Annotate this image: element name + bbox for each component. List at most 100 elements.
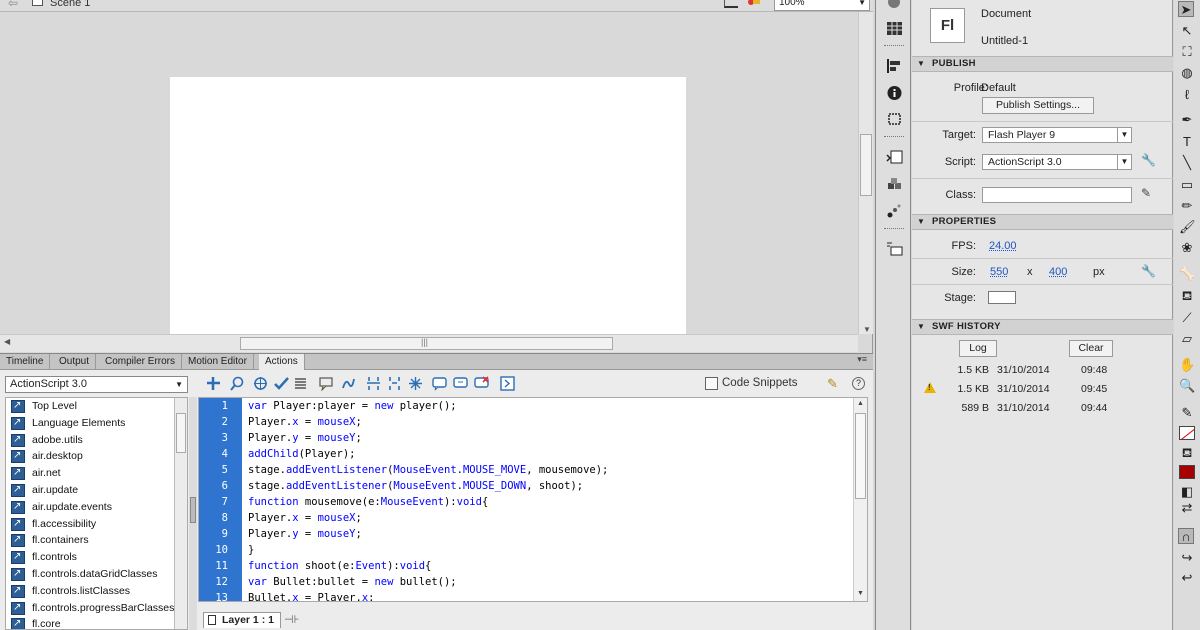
- components-icon[interactable]: [886, 177, 903, 193]
- wand-icon[interactable]: ✎: [827, 376, 838, 392]
- toolbox-item[interactable]: fl.accessibility: [6, 516, 187, 532]
- publish-section-header[interactable]: PUBLISH: [912, 56, 1173, 72]
- pencil-tool-icon[interactable]: ✏: [1179, 198, 1195, 214]
- scroll-down-icon[interactable]: ▼: [857, 590, 864, 597]
- toolbox-scrollbar[interactable]: [174, 398, 187, 629]
- scroll-down-icon[interactable]: ▼: [863, 325, 871, 334]
- pen-tool-icon[interactable]: ✒: [1179, 112, 1195, 128]
- stage-canvas[interactable]: [170, 77, 686, 335]
- toolbox-item[interactable]: fl.containers: [6, 532, 187, 549]
- collapse-selection-icon[interactable]: [387, 376, 402, 391]
- bone-tool-icon[interactable]: 🦴: [1179, 266, 1195, 282]
- 3d-rotation-tool-icon[interactable]: ◍: [1179, 65, 1195, 81]
- selection-tool-icon[interactable]: ➤: [1178, 1, 1194, 17]
- tab-motion-editor[interactable]: Motion Editor: [182, 354, 254, 370]
- script-settings-wrench-icon[interactable]: 🔧: [1141, 153, 1156, 167]
- tab-output[interactable]: Output: [53, 354, 97, 370]
- check-syntax-icon[interactable]: [274, 376, 289, 391]
- swap-colors-icon[interactable]: ⇄: [1179, 500, 1195, 516]
- publish-settings-button[interactable]: Publish Settings...: [982, 97, 1094, 114]
- document-settings-wrench-icon[interactable]: 🔧: [1141, 264, 1156, 278]
- edit-class-pencil-icon[interactable]: ✎: [1141, 186, 1155, 200]
- scrollbar-thumb[interactable]: [860, 134, 872, 196]
- remove-comment-icon[interactable]: [474, 376, 489, 391]
- code-snippets-button[interactable]: Code Snippets: [722, 377, 797, 389]
- scrollbar-thumb[interactable]: [240, 337, 613, 350]
- toolbox-item[interactable]: air.net: [6, 465, 187, 482]
- toolbox-item[interactable]: fl.core: [6, 616, 187, 629]
- stroke-color-swatch[interactable]: [1179, 426, 1195, 440]
- panel-splitter[interactable]: [189, 397, 197, 630]
- rectangle-tool-icon[interactable]: ▭: [1179, 177, 1195, 193]
- height-value[interactable]: 400: [1049, 266, 1067, 278]
- align-icon[interactable]: [886, 58, 903, 74]
- eyedropper-tool-icon[interactable]: ⟋: [1179, 310, 1195, 326]
- toolbox-item[interactable]: air.desktop: [6, 448, 187, 465]
- script-editor[interactable]: 1 2 3 4 5 6 7 8 9 10 11 12 13 var Player…: [198, 397, 868, 602]
- toolbox-item[interactable]: fl.controls.listClasses: [6, 583, 187, 600]
- scroll-up-icon[interactable]: ▲: [857, 400, 864, 407]
- code-hint-icon[interactable]: [319, 376, 334, 392]
- scrollbar-thumb[interactable]: [855, 413, 866, 499]
- zoom-select[interactable]: 100% ▼: [774, 0, 870, 11]
- toolbox-item[interactable]: air.update.events: [6, 499, 187, 516]
- stage-vertical-scrollbar[interactable]: ▼: [858, 12, 873, 334]
- help-icon[interactable]: ?: [852, 377, 865, 390]
- panel-menu-icon[interactable]: ▾≡: [857, 354, 867, 365]
- find-icon[interactable]: [230, 376, 245, 391]
- add-statement-icon[interactable]: [206, 376, 221, 391]
- back-arrow-icon[interactable]: ⇦: [8, 0, 18, 10]
- color-icon[interactable]: [886, 0, 903, 10]
- expand-all-icon[interactable]: [408, 376, 423, 391]
- pin-script-icon[interactable]: ⊣⊦: [284, 613, 299, 626]
- motion-presets-icon[interactable]: [886, 203, 903, 219]
- info-icon[interactable]: [886, 85, 903, 101]
- paint-bucket-tool-icon[interactable]: ⛾: [1179, 288, 1195, 304]
- swatches-icon[interactable]: [886, 21, 903, 37]
- tab-timeline[interactable]: Timeline: [0, 354, 51, 370]
- collapse-grip-icon[interactable]: [190, 497, 196, 523]
- apply-line-comment-icon[interactable]: [453, 376, 468, 391]
- fill-color-swatch[interactable]: [1179, 465, 1195, 479]
- clear-button[interactable]: Clear: [1069, 340, 1113, 357]
- debug-options-icon[interactable]: [341, 376, 356, 391]
- toolbox-item[interactable]: air.update: [6, 482, 187, 499]
- code-snippets-panel-icon[interactable]: [886, 150, 903, 166]
- toolbox-item[interactable]: Language Elements: [6, 415, 187, 432]
- eraser-tool-icon[interactable]: ▱: [1179, 331, 1195, 347]
- fps-value[interactable]: 24.00: [989, 240, 1017, 252]
- class-input[interactable]: [982, 187, 1132, 203]
- edit-symbols-icon[interactable]: [748, 0, 762, 8]
- toolbox-item[interactable]: fl.controls.dataGridClasses: [6, 566, 187, 583]
- edit-scene-icon[interactable]: [724, 0, 738, 8]
- toolbox-item[interactable]: adobe.utils: [6, 432, 187, 448]
- scrollbar-thumb[interactable]: [176, 413, 186, 453]
- code-snippets-icon[interactable]: [705, 377, 718, 390]
- log-button[interactable]: Log: [959, 340, 997, 357]
- auto-format-icon[interactable]: [293, 376, 308, 391]
- project-icon[interactable]: [886, 241, 903, 257]
- snap-to-objects-icon[interactable]: ∩: [1178, 528, 1194, 544]
- brush-tool-icon[interactable]: 🖌: [1179, 219, 1196, 235]
- script-select[interactable]: ActionScript 3.0 ▼: [982, 154, 1132, 170]
- hand-tool-icon[interactable]: ✋: [1179, 357, 1195, 373]
- smooth-icon[interactable]: ↪: [1179, 550, 1195, 566]
- toolbox-item[interactable]: Top Level: [6, 398, 187, 415]
- apply-block-comment-icon[interactable]: [432, 376, 447, 391]
- stage-color-swatch[interactable]: [988, 291, 1016, 304]
- deco-tool-icon[interactable]: ❀: [1179, 240, 1195, 256]
- text-tool-icon[interactable]: T: [1179, 134, 1195, 150]
- show-hide-toolbox-icon[interactable]: [500, 376, 515, 391]
- collapse-between-braces-icon[interactable]: [366, 376, 381, 391]
- free-transform-tool-icon[interactable]: ⛶: [1179, 44, 1195, 60]
- zoom-tool-icon[interactable]: 🔍: [1179, 378, 1195, 394]
- line-tool-icon[interactable]: ╲: [1179, 155, 1195, 171]
- transform-icon[interactable]: [886, 111, 903, 127]
- tab-compiler-errors[interactable]: Compiler Errors: [99, 354, 183, 370]
- black-and-white-icon[interactable]: ◧: [1179, 484, 1195, 500]
- width-value[interactable]: 550: [990, 266, 1008, 278]
- actionscript-version-select[interactable]: ActionScript 3.0 ▼: [5, 376, 188, 393]
- swf-history-section-header[interactable]: SWF HISTORY: [912, 319, 1173, 335]
- straighten-icon[interactable]: ↩: [1179, 570, 1195, 586]
- editor-scrollbar[interactable]: ▲ ▼: [853, 398, 867, 601]
